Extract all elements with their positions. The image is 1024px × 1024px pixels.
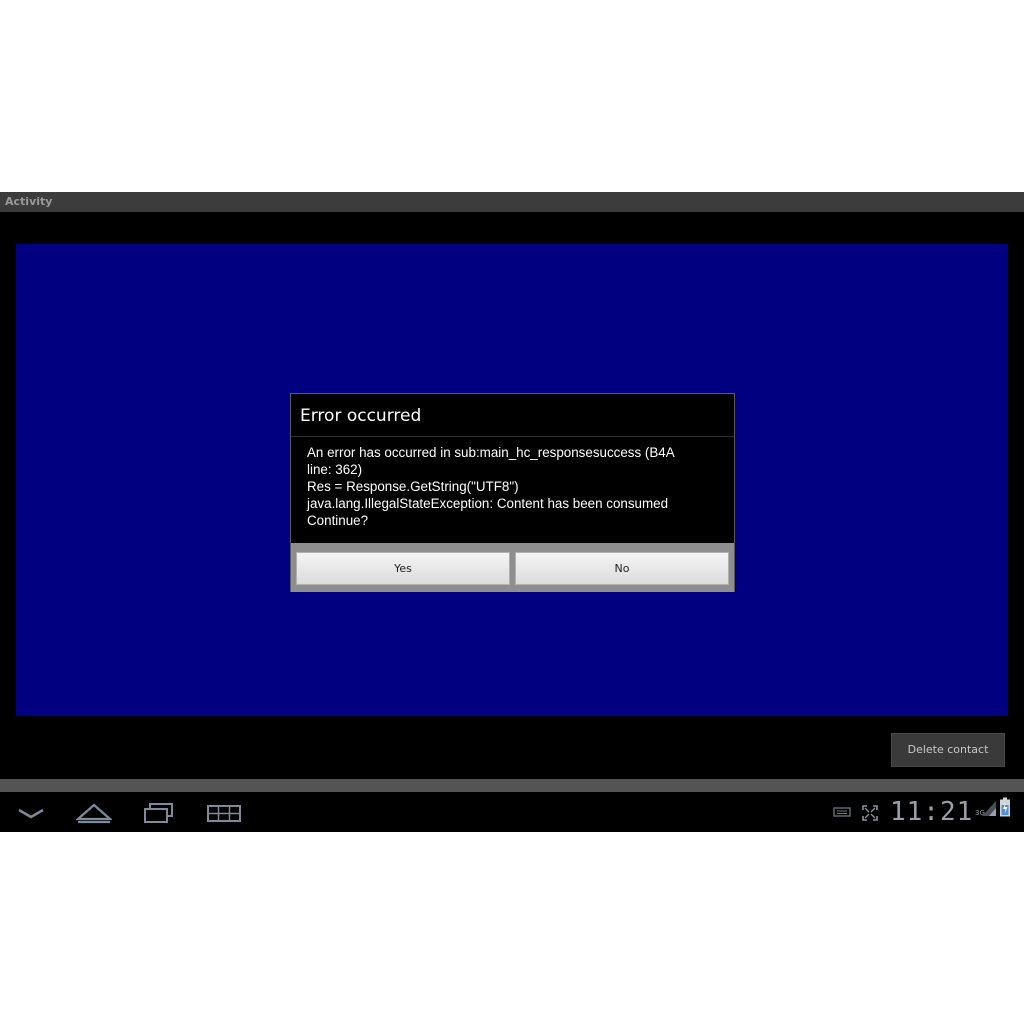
- dialog-message-line: java.lang.IllegalStateException: Content…: [307, 496, 669, 511]
- dialog-message-line: An error has occurred in sub:main_hc_res…: [307, 445, 675, 460]
- dialog-message-line: Res = Response.GetString("UTF8"): [307, 479, 519, 494]
- fullscreen-icon[interactable]: [861, 804, 879, 822]
- battery-icon: [1000, 797, 1010, 817]
- recent-apps-icon[interactable]: [142, 802, 174, 824]
- dialog-title: Error occurred: [300, 406, 422, 426]
- dialog-divider: [291, 436, 734, 437]
- back-icon[interactable]: [16, 802, 46, 824]
- delete-contact-button[interactable]: Delete contact: [891, 733, 1005, 767]
- dialog-button-bar: Yes No: [291, 543, 734, 592]
- system-navigation-bar: 11:21 3G: [0, 792, 1024, 832]
- system-bar-separator: [0, 779, 1024, 792]
- yes-button[interactable]: Yes: [296, 552, 510, 585]
- tablet-screen: Activity Delete contact 11:21 3G Error o…: [0, 192, 1024, 832]
- signal-3g-icon: [982, 801, 996, 816]
- menu-grid-icon[interactable]: [206, 802, 242, 824]
- status-clock: 11:21: [890, 797, 974, 827]
- keyboard-icon: [833, 807, 851, 817]
- app-title-bar: Activity: [0, 192, 1024, 212]
- dialog-message: An error has occurred in sub:main_hc_res…: [307, 444, 722, 529]
- error-dialog: Error occurred An error has occurred in …: [290, 393, 735, 592]
- dialog-message-line: Continue?: [307, 513, 369, 528]
- app-title: Activity: [5, 195, 53, 208]
- home-icon[interactable]: [76, 802, 112, 824]
- no-button[interactable]: No: [515, 552, 729, 585]
- dialog-message-line: line: 362): [307, 462, 363, 477]
